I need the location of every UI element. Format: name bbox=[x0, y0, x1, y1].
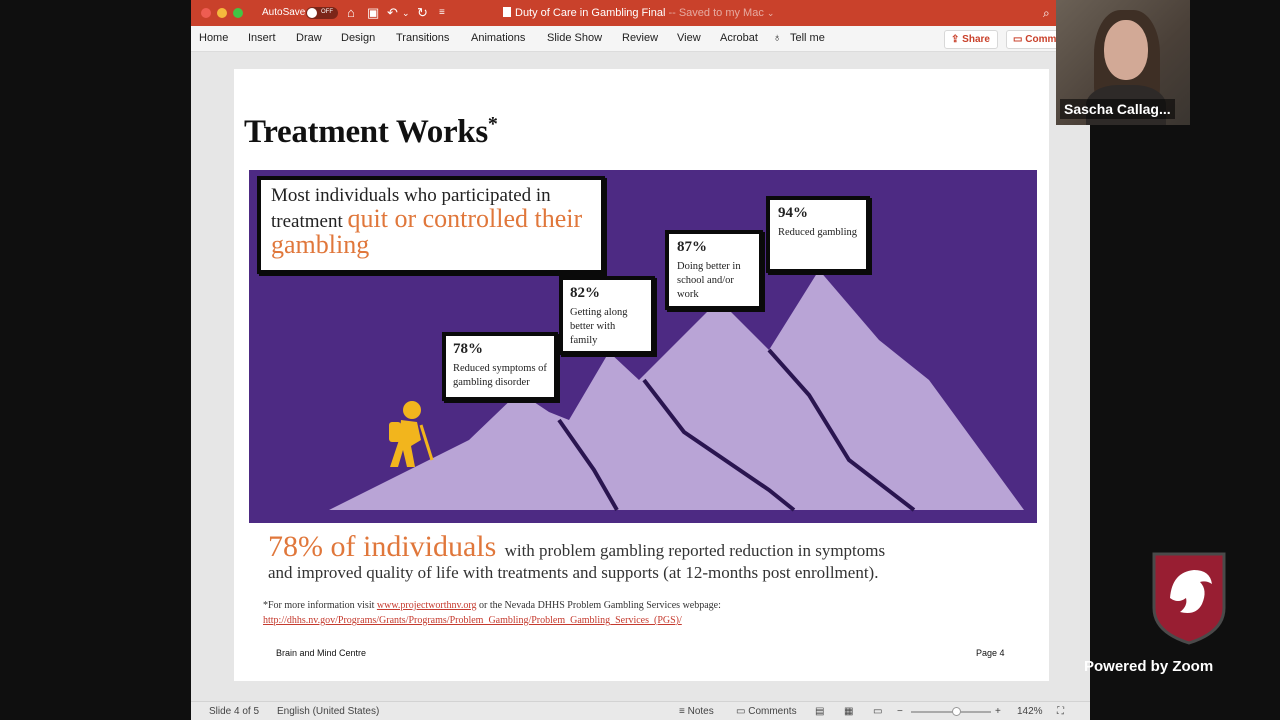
stat-percent: 94% bbox=[778, 205, 808, 221]
window-close-button[interactable] bbox=[201, 8, 211, 18]
slide-title-text: Treatment Works bbox=[244, 114, 488, 150]
slide-footer-left: Brain and Mind Centre bbox=[276, 648, 367, 658]
lightbulb-icon: ♁ bbox=[773, 32, 782, 44]
document-title: Duty of Care in Gambling Final -- Saved … bbox=[503, 7, 774, 19]
home-icon[interactable]: ⌂ bbox=[347, 4, 355, 22]
tab-transitions[interactable]: Transitions bbox=[396, 32, 449, 44]
powerpoint-window: AutoSave OFF ⌂ ▣ ↶ ⌄ ↻ ≡ Duty of Care in… bbox=[191, 0, 1090, 720]
comment-icon: ▭ bbox=[736, 706, 746, 717]
zoom-level[interactable]: 142% bbox=[1017, 706, 1043, 717]
comments-toggle-button[interactable]: ▭ Comments bbox=[736, 706, 797, 717]
slide-indicator: Slide 4 of 5 bbox=[209, 706, 260, 717]
stat-percent: 87% bbox=[677, 239, 707, 255]
stat-callout-78: 78% Reduced symptoms of gambling disorder bbox=[442, 332, 558, 401]
tab-draw[interactable]: Draw bbox=[296, 32, 322, 44]
dhhs-link[interactable]: http://dhhs.nv.gov/Programs/Grants/Progr… bbox=[263, 615, 682, 626]
footnote: *For more information visit www.projectw… bbox=[263, 598, 721, 628]
zoom-slider-handle[interactable] bbox=[952, 707, 961, 716]
title-bar: AutoSave OFF ⌂ ▣ ↶ ⌄ ↻ ≡ Duty of Care in… bbox=[191, 0, 1090, 26]
footnote-text: or the Nevada DHHS Problem Gambling Serv… bbox=[476, 600, 721, 611]
language-indicator[interactable]: English (United States) bbox=[277, 706, 379, 717]
slide-title: Treatment Works* bbox=[244, 113, 498, 151]
window-maximize-button[interactable] bbox=[233, 8, 243, 18]
stat-callout-82: 82% Getting along better with family bbox=[559, 276, 655, 355]
summary-big-stat: 78% of individuals bbox=[268, 530, 497, 563]
stat-description: Reduced symptoms of gambling disorder bbox=[453, 363, 547, 388]
participant-name: Sascha Callag... bbox=[1060, 99, 1175, 119]
ribbon-tabs: Home Insert Draw Design Transitions Anim… bbox=[191, 26, 1090, 52]
autosave-label: AutoSave bbox=[262, 7, 306, 18]
slide-title-asterisk: * bbox=[487, 113, 498, 135]
infographic-panel: Most individuals who participated in tre… bbox=[249, 170, 1037, 523]
normal-view-icon[interactable]: ▤ bbox=[815, 706, 824, 717]
share-icon: ⇪ bbox=[951, 34, 960, 45]
search-icon[interactable]: ⌕ bbox=[1043, 4, 1054, 22]
window-minimize-button[interactable] bbox=[217, 8, 227, 18]
document-saved-status: -- Saved to my Mac bbox=[665, 7, 764, 19]
stat-percent: 78% bbox=[453, 341, 483, 357]
save-icon[interactable]: ▣ bbox=[367, 4, 379, 22]
hiker-icon bbox=[389, 401, 434, 467]
slide-sorter-icon[interactable]: ▦ bbox=[844, 706, 853, 717]
zoom-screen-share: AutoSave OFF ⌂ ▣ ↶ ⌄ ↻ ≡ Duty of Care in… bbox=[0, 0, 1280, 720]
title-dropdown-icon[interactable]: ⌄ bbox=[767, 8, 775, 18]
tab-acrobat[interactable]: Acrobat bbox=[720, 32, 758, 44]
zoom-out-icon[interactable]: − bbox=[897, 706, 903, 717]
stat-percent: 82% bbox=[570, 285, 600, 301]
participant-face bbox=[1104, 20, 1148, 80]
slide-page-number: Page 4 bbox=[976, 648, 1005, 658]
tab-home[interactable]: Home bbox=[199, 32, 228, 44]
stat-description: Doing better in school and/or work bbox=[677, 261, 741, 300]
comments-toggle-label: Comments bbox=[748, 706, 797, 717]
status-bar: Slide 4 of 5 English (United States) ≡ N… bbox=[191, 701, 1090, 720]
document-icon bbox=[503, 7, 511, 17]
fit-to-window-icon[interactable]: ⛶ bbox=[1057, 706, 1064, 717]
headline-callout: Most individuals who participated in tre… bbox=[257, 176, 605, 274]
notes-button[interactable]: ≡ Notes bbox=[679, 706, 714, 717]
slide-canvas[interactable]: Treatment Works* Most individuals who pa… bbox=[234, 69, 1049, 681]
notes-icon: ≡ bbox=[679, 706, 685, 717]
customize-toolbar-icon[interactable]: ≡ bbox=[439, 4, 445, 22]
powered-by-zoom: Powered by Zoom bbox=[1084, 658, 1214, 675]
project-worth-link[interactable]: www.projectworthnv.org bbox=[377, 600, 477, 611]
comment-icon: ▭ bbox=[1013, 34, 1023, 45]
tab-slide-show[interactable]: Slide Show bbox=[547, 32, 602, 44]
tab-design[interactable]: Design bbox=[341, 32, 375, 44]
redo-icon[interactable]: ↻ bbox=[417, 4, 428, 22]
tab-review[interactable]: Review bbox=[622, 32, 658, 44]
summary-line-2: and improved quality of life with treatm… bbox=[268, 563, 879, 582]
tab-view[interactable]: View bbox=[677, 32, 701, 44]
tell-me-search[interactable]: Tell me bbox=[790, 32, 825, 44]
summary-line-1: 78% of individuals with problem gambling… bbox=[268, 530, 885, 564]
notes-label: Notes bbox=[687, 706, 714, 717]
reading-view-icon[interactable]: ▭ bbox=[873, 706, 882, 717]
autosave-toggle[interactable]: OFF bbox=[306, 7, 338, 19]
undo-dropdown-icon[interactable]: ⌄ bbox=[402, 4, 410, 22]
autosave-state: OFF bbox=[321, 9, 333, 15]
undo-icon[interactable]: ↶ bbox=[387, 4, 398, 22]
footnote-text: *For more information visit bbox=[263, 600, 377, 611]
stat-callout-87: 87% Doing better in school and/or work bbox=[665, 230, 763, 310]
stat-description: Getting along better with family bbox=[570, 307, 628, 346]
tab-insert[interactable]: Insert bbox=[248, 32, 276, 44]
share-button[interactable]: ⇪ Share bbox=[944, 30, 998, 49]
zoom-slider[interactable] bbox=[911, 711, 991, 713]
comments-label: Comm bbox=[1025, 34, 1057, 45]
tab-animations[interactable]: Animations bbox=[471, 32, 525, 44]
share-label: Share bbox=[962, 34, 990, 45]
summary-text: with problem gambling reported reduction… bbox=[504, 541, 886, 560]
document-name: Duty of Care in Gambling Final bbox=[515, 7, 666, 19]
participant-video[interactable]: Sascha Callag... bbox=[1056, 0, 1190, 125]
stat-description: Reduced gambling bbox=[778, 227, 858, 238]
stat-callout-94: 94% Reduced gambling bbox=[766, 196, 870, 273]
wsu-cougar-logo bbox=[1152, 552, 1226, 645]
zoom-in-icon[interactable]: + bbox=[995, 706, 1001, 717]
